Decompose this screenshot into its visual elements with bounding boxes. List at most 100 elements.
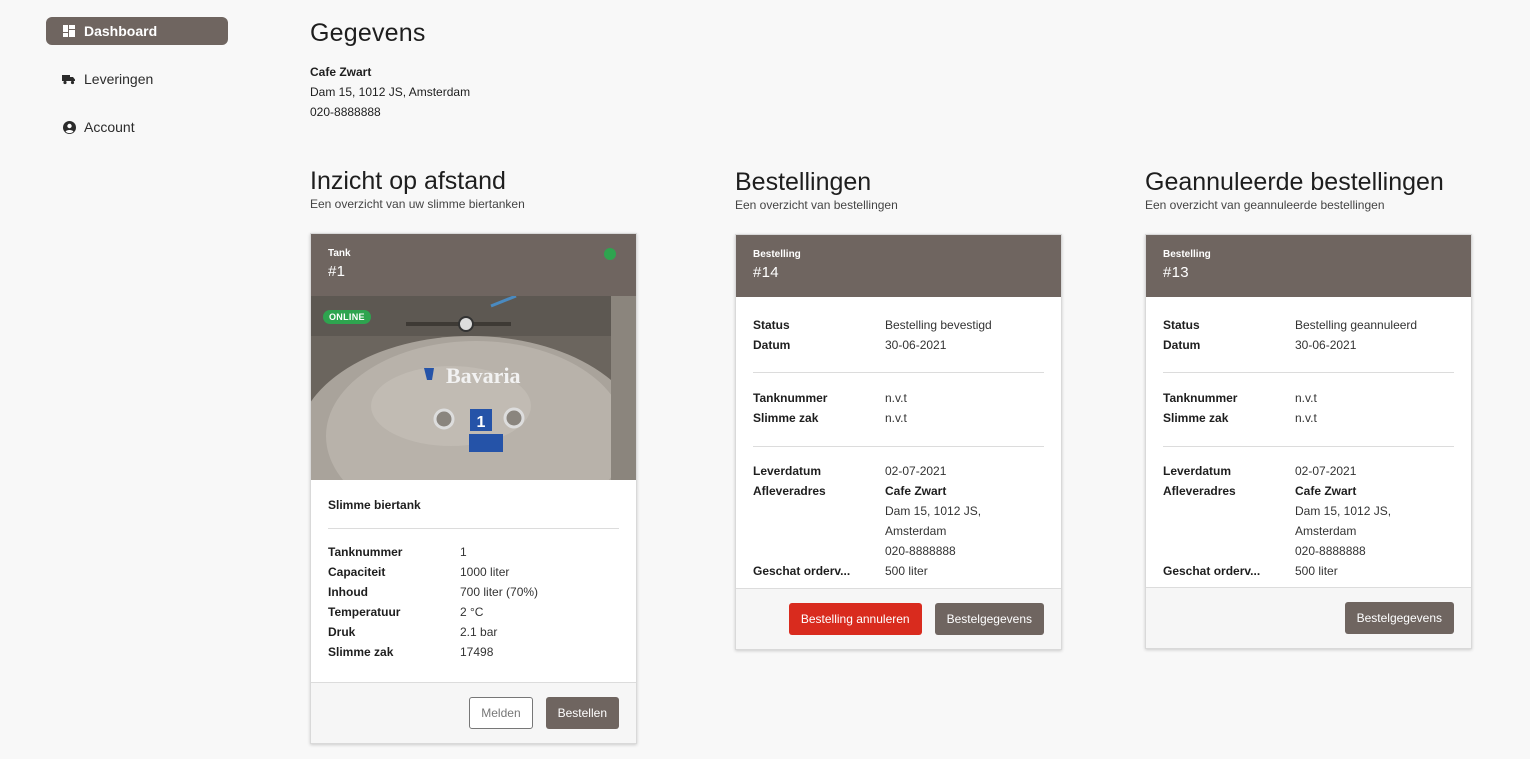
detail-row: 020-8888888: [753, 541, 1044, 561]
detail-key: Inhoud: [328, 585, 368, 599]
cancelled-order-card: Bestelling #13 Status Bestelling geannule…: [1145, 234, 1472, 649]
detail-value: 2.1 bar: [460, 625, 498, 639]
address-name: Cafe Zwart: [885, 484, 947, 498]
sidebar-item-account[interactable]: Account: [46, 113, 228, 141]
detail-row: Afleveradres Cafe Zwart: [753, 481, 1044, 501]
detail-row: Slimme zak n.v.t: [753, 408, 1044, 428]
detail-row: Inhoud 700 liter (70%): [328, 582, 619, 602]
sidebar-item-label: Dashboard: [84, 23, 158, 39]
section-subtitle: Een overzicht van uw slimme biertanken: [310, 197, 525, 211]
detail-value: n.v.t: [885, 391, 907, 405]
detail-value: 1: [460, 545, 467, 559]
detail-row: Leverdatum 02-07-2021: [753, 461, 1044, 481]
order-button[interactable]: Bestellen: [545, 697, 619, 729]
address-line: Amsterdam: [885, 524, 947, 538]
card-body: Slimme biertank Tanknummer 1 Capaciteit 10…: [311, 480, 636, 676]
detail-key: Status: [1163, 318, 1200, 332]
detail-key: Slimme zak: [753, 411, 819, 425]
detail-row: Capaciteit 1000 liter: [328, 562, 619, 582]
section-title: Geannuleerde bestellingen: [1145, 168, 1444, 196]
card-body: Status Bestelling geannuleerd Datum 30-06-…: [1146, 297, 1471, 599]
tank-details: Tanknummer 1 Capaciteit 1000 liter Inhoud 7…: [328, 529, 619, 676]
detail-value: 2 °C: [460, 605, 484, 619]
photo-brand-text: Bavaria: [446, 363, 521, 388]
cancel-order-button[interactable]: Bestelling annuleren: [788, 603, 922, 635]
detail-row: Amsterdam: [1163, 521, 1454, 541]
card-kicker: Bestelling: [1163, 249, 1211, 260]
card-header: Bestelling #13: [1146, 235, 1471, 297]
sidebar-nav: Dashboard Leveringen Account: [46, 17, 228, 161]
order-number: #14: [753, 264, 779, 281]
detail-key-spacer: [1163, 501, 1295, 521]
detail-value: 1000 liter: [460, 565, 510, 579]
detail-key: Geschat orderv...: [1163, 564, 1261, 578]
detail-value: 700 liter (70%): [460, 585, 539, 599]
order-delivery-group: Leverdatum 02-07-2021 Afleveradres Cafe Zw…: [753, 447, 1044, 599]
order-details-button[interactable]: Bestelgegevens: [1344, 602, 1454, 634]
detail-value: 500 liter: [1295, 564, 1338, 578]
detail-row: Tanknummer 1: [328, 542, 619, 562]
address-phone: 020-8888888: [1295, 544, 1366, 558]
detail-row: Geschat orderv... 500 liter: [753, 561, 1044, 581]
detail-key-spacer: [753, 521, 885, 541]
card-footer: Bestelling annuleren Bestelgegevens: [736, 588, 1061, 649]
detail-row: Datum 30-06-2021: [1163, 335, 1454, 355]
report-button[interactable]: Melden: [469, 697, 533, 729]
detail-row: Datum 30-06-2021: [753, 335, 1044, 355]
card-header: Bestelling #14: [736, 235, 1061, 297]
detail-row: Slimme zak n.v.t: [1163, 408, 1454, 428]
detail-value: 500 liter: [885, 564, 928, 578]
section-subtitle: Een overzicht van bestellingen: [735, 198, 898, 212]
detail-row: Status Bestelling bevestigd: [753, 315, 1044, 335]
dashboard-icon: [62, 24, 76, 38]
card-body: Status Bestelling bevestigd Datum 30-06-20…: [736, 297, 1061, 599]
tank-number: #1: [328, 263, 346, 280]
sidebar-item-label: Leveringen: [84, 71, 154, 87]
order-details-button[interactable]: Bestelgegevens: [934, 603, 1044, 635]
detail-key-spacer: [1163, 521, 1295, 541]
detail-key: Tanknummer: [328, 545, 403, 559]
customer-name: Cafe Zwart: [310, 65, 372, 79]
detail-value: 30-06-2021: [885, 338, 947, 352]
section-title: Bestellingen: [735, 168, 872, 196]
detail-key-spacer: [753, 541, 885, 561]
sidebar-item-dashboard[interactable]: Dashboard: [46, 17, 228, 45]
detail-key-spacer: [753, 501, 885, 521]
orders-section: Bestellingen Een overzicht van bestellin…: [735, 167, 898, 213]
online-badge: ONLINE: [323, 310, 371, 324]
order-number: #13: [1163, 264, 1189, 281]
detail-row: Temperatuur 2 °C: [328, 602, 619, 622]
cancelled-section: Geannuleerde bestellingen Een overzicht …: [1145, 167, 1444, 213]
detail-row: Geschat orderv... 500 liter: [1163, 561, 1454, 581]
tank-section: Inzicht op afstand Een overzicht van uw …: [310, 166, 525, 212]
detail-key: Slimme zak: [1163, 411, 1229, 425]
detail-value: 30-06-2021: [1295, 338, 1357, 352]
detail-value: 17498: [460, 645, 494, 659]
address-line: Dam 15, 1012 JS,: [1295, 504, 1392, 518]
customer-details: Gegevens Cafe Zwart Dam 15, 1012 JS, Ams…: [310, 19, 470, 122]
tank-card: Tank #1 1 Bavaria ONLINE Slimme biertank: [310, 233, 637, 744]
section-subtitle: Een overzicht van geannuleerde bestellin…: [1145, 198, 1385, 212]
card-footer: Bestelgegevens: [1146, 587, 1471, 648]
detail-key: Datum: [753, 338, 791, 352]
address-name: Cafe Zwart: [1295, 484, 1357, 498]
customer-phone: 020-8888888: [310, 105, 381, 119]
detail-value: 02-07-2021: [885, 464, 947, 478]
detail-row: Druk 2.1 bar: [328, 622, 619, 642]
order-status-group: Status Bestelling bevestigd Datum 30-06-20…: [753, 297, 1044, 372]
card-kicker: Bestelling: [753, 249, 801, 260]
detail-row: Dam 15, 1012 JS,: [753, 501, 1044, 521]
detail-key: Tanknummer: [753, 391, 828, 405]
detail-row: Amsterdam: [753, 521, 1044, 541]
tank-name: Slimme biertank: [328, 498, 421, 512]
detail-value: n.v.t: [1295, 391, 1317, 405]
detail-key: Tanknummer: [1163, 391, 1238, 405]
detail-key: Geschat orderv...: [753, 564, 851, 578]
truck-icon: [62, 72, 76, 86]
detail-row: Tanknummer n.v.t: [1163, 388, 1454, 408]
order-tank-group: Tanknummer n.v.t Slimme zak n.v.t: [753, 373, 1044, 446]
page-title: Gegevens: [310, 19, 426, 47]
detail-row: 020-8888888: [1163, 541, 1454, 561]
detail-key: Druk: [328, 625, 356, 639]
sidebar-item-leveringen[interactable]: Leveringen: [46, 65, 228, 93]
